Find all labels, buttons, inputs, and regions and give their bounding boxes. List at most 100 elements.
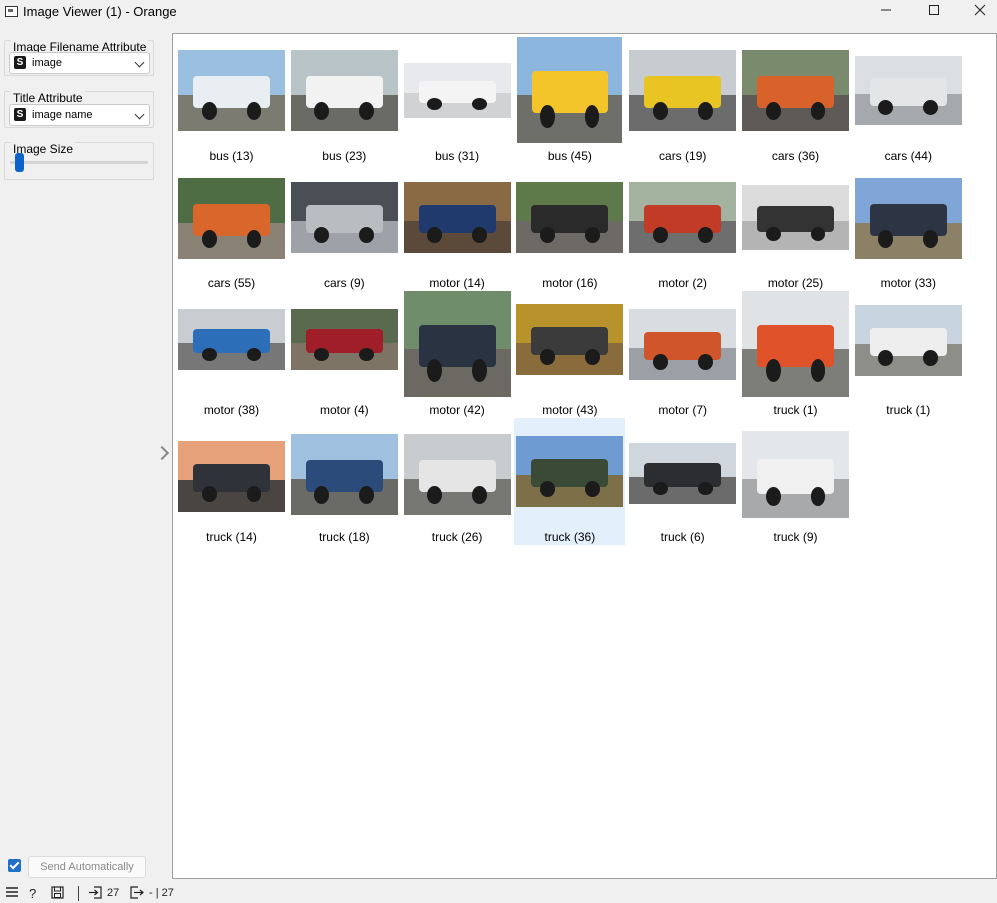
image-thumbnail[interactable] <box>742 431 849 518</box>
image-tile[interactable]: motor (38) <box>176 291 287 418</box>
image-tile[interactable]: truck (18) <box>289 418 400 545</box>
image-tile[interactable]: bus (31) <box>402 37 513 164</box>
minimize-icon <box>881 9 891 11</box>
image-thumbnail[interactable] <box>517 37 623 143</box>
filename-attribute-group: Image Filename Attribute S image <box>4 40 154 76</box>
help-icon[interactable]: ? <box>29 886 36 901</box>
image-tile[interactable]: truck (36) <box>514 418 626 545</box>
image-thumbnail[interactable] <box>290 182 398 253</box>
image-tile[interactable]: truck (26) <box>402 418 513 545</box>
image-size-slider-handle[interactable] <box>15 153 24 172</box>
title-attribute-value: image name <box>32 109 93 121</box>
image-tile[interactable]: motor (33) <box>853 164 964 291</box>
collapse-panel-chevron-icon[interactable] <box>154 445 170 461</box>
image-tile[interactable]: bus (45) <box>514 37 625 164</box>
image-tile[interactable]: truck (1) <box>853 291 964 418</box>
output-signal-icon <box>130 886 144 902</box>
filename-attribute-value: image <box>32 57 62 69</box>
image-tile[interactable]: motor (2) <box>627 164 738 291</box>
image-tile[interactable]: bus (13) <box>176 37 287 164</box>
image-tile[interactable]: cars (55) <box>176 164 287 291</box>
image-caption: bus (23) <box>322 149 367 163</box>
image-thumbnail[interactable] <box>178 441 285 512</box>
image-size-slider-track[interactable] <box>10 161 148 164</box>
image-grid[interactable]: bus (13) bus (23) bus (31) bus (45) cars (19… <box>172 33 997 879</box>
image-caption: motor (42) <box>429 403 485 417</box>
image-caption: truck (6) <box>660 530 705 544</box>
chevron-down-icon <box>134 109 145 120</box>
image-tile[interactable]: motor (7) <box>627 291 738 418</box>
image-tile[interactable]: motor (25) <box>740 164 851 291</box>
chevron-down-icon <box>134 57 145 68</box>
image-thumbnail[interactable] <box>742 50 849 131</box>
image-tile[interactable]: motor (4) <box>289 291 400 418</box>
image-thumbnail[interactable] <box>854 305 962 376</box>
image-thumbnail[interactable] <box>178 50 285 131</box>
image-thumbnail[interactable] <box>629 50 737 131</box>
send-automatically-checkbox[interactable] <box>8 859 21 872</box>
image-caption: cars (44) <box>884 149 932 163</box>
image-thumbnail[interactable] <box>629 309 737 380</box>
hamburger-menu-icon[interactable] <box>6 886 18 901</box>
title-attribute-label: Title Attribute <box>11 91 85 105</box>
image-tile[interactable]: bus (23) <box>289 37 400 164</box>
image-thumbnail[interactable] <box>290 309 398 370</box>
image-thumbnail[interactable] <box>403 291 511 397</box>
image-thumbnail[interactable] <box>178 309 285 370</box>
image-tile[interactable]: cars (44) <box>853 37 964 164</box>
image-thumbnail[interactable] <box>742 185 849 250</box>
image-thumbnail[interactable] <box>854 178 962 259</box>
image-tile[interactable]: motor (42) <box>402 291 513 418</box>
image-thumbnail[interactable] <box>290 50 398 131</box>
image-tile[interactable]: motor (43) <box>514 291 625 418</box>
image-thumbnail[interactable] <box>403 434 511 515</box>
image-viewer-app-icon <box>5 6 18 17</box>
image-thumbnail[interactable] <box>629 443 737 504</box>
image-caption: bus (45) <box>547 149 592 163</box>
image-tile[interactable]: motor (16) <box>514 164 625 291</box>
image-thumbnail[interactable] <box>854 56 962 125</box>
image-caption: cars (55) <box>207 276 256 290</box>
minimize-button[interactable] <box>863 0 909 24</box>
image-tile[interactable]: motor (14) <box>402 164 513 291</box>
image-tile[interactable]: truck (1) <box>740 291 851 418</box>
string-variable-icon: S <box>14 108 26 121</box>
close-icon <box>974 4 986 16</box>
image-thumbnail[interactable] <box>516 304 624 375</box>
image-tile[interactable]: cars (9) <box>289 164 400 291</box>
filename-attribute-combo[interactable]: S image <box>9 52 150 74</box>
image-caption: motor (25) <box>767 276 824 290</box>
image-caption: motor (14) <box>429 276 485 290</box>
image-thumbnail[interactable] <box>516 182 624 253</box>
image-thumbnail[interactable] <box>178 178 285 259</box>
image-caption: truck (26) <box>431 530 483 544</box>
save-icon[interactable] <box>51 886 64 902</box>
image-caption: motor (33) <box>880 276 936 290</box>
input-signal-icon <box>89 886 102 902</box>
image-thumbnail[interactable] <box>403 182 511 253</box>
image-caption: motor (4) <box>319 403 369 417</box>
image-thumbnail[interactable] <box>629 182 737 253</box>
image-caption: bus (31) <box>435 149 480 163</box>
title-attribute-combo[interactable]: S image name <box>9 104 150 126</box>
send-automatically-button[interactable]: Send Automatically <box>28 856 146 878</box>
image-thumbnail[interactable] <box>290 434 398 515</box>
image-caption: bus (13) <box>209 149 254 163</box>
image-tile[interactable]: truck (9) <box>740 418 851 545</box>
close-button[interactable] <box>957 0 997 24</box>
image-tile[interactable]: truck (14) <box>176 418 287 545</box>
image-tile[interactable]: cars (19) <box>627 37 738 164</box>
image-tile[interactable]: truck (6) <box>627 418 738 545</box>
image-caption: truck (36) <box>544 530 596 544</box>
image-caption: truck (18) <box>318 530 370 544</box>
image-caption: motor (16) <box>542 276 598 290</box>
title-attribute-group: Title Attribute S image name <box>4 91 154 128</box>
image-tile[interactable]: cars (36) <box>740 37 851 164</box>
maximize-icon <box>929 5 939 15</box>
image-thumbnail[interactable] <box>403 63 511 118</box>
image-caption: motor (7) <box>658 403 708 417</box>
title-bar: Image Viewer (1) - Orange <box>0 0 997 24</box>
image-thumbnail[interactable] <box>516 436 624 507</box>
maximize-button[interactable] <box>911 0 957 24</box>
image-thumbnail[interactable] <box>742 291 849 397</box>
